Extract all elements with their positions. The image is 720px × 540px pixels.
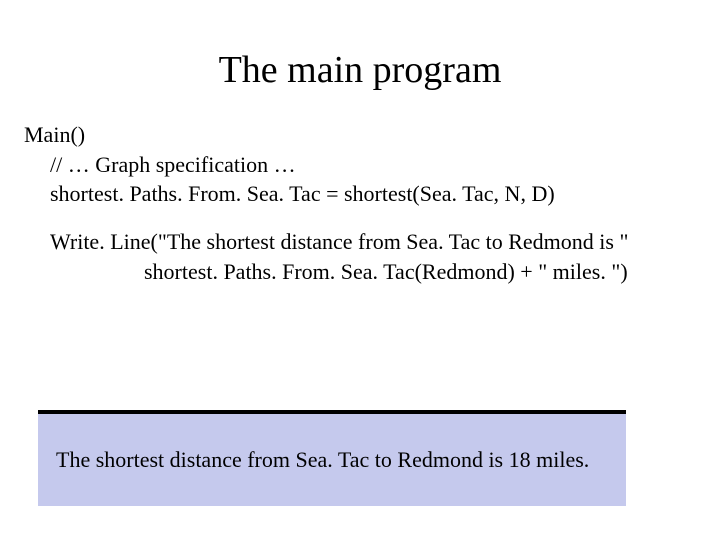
code-line: // … Graph specification … bbox=[24, 150, 696, 180]
code-line: shortest. Paths. From. Sea. Tac = shorte… bbox=[24, 179, 696, 209]
code-line: Write. Line("The shortest distance from … bbox=[24, 227, 696, 257]
spacer bbox=[24, 209, 696, 227]
output-text: The shortest distance from Sea. Tac to R… bbox=[56, 447, 589, 473]
output-box: The shortest distance from Sea. Tac to R… bbox=[38, 410, 626, 506]
slide: The main program Main() // … Graph speci… bbox=[0, 48, 720, 540]
slide-title: The main program bbox=[0, 48, 720, 92]
code-line: Main() bbox=[24, 120, 696, 150]
code-block: Main() // … Graph specification … shorte… bbox=[0, 120, 720, 286]
code-line: shortest. Paths. From. Sea. Tac(Redmond)… bbox=[24, 257, 696, 287]
